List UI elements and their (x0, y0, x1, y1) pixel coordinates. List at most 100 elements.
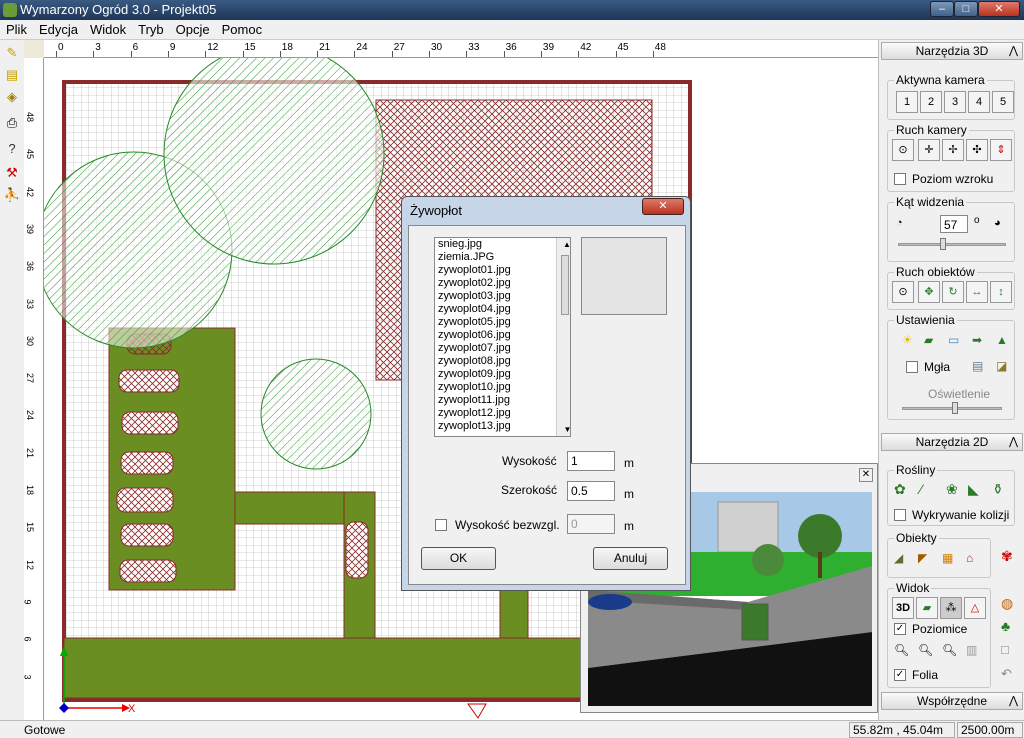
eye-level-checkbox[interactable] (894, 173, 906, 185)
list-item[interactable]: zywoplot12.jpg (435, 407, 570, 420)
hedge-icon[interactable]: ⁄ (920, 481, 922, 497)
list-item[interactable]: zywoplot07.jpg (435, 342, 570, 355)
obj-move-icon[interactable]: ✥ (918, 281, 940, 303)
horizon-icon[interactable]: ▤ (972, 359, 983, 373)
view-hedge-icon[interactable]: ⁂ (940, 597, 962, 619)
flower-tool-icon[interactable]: ✾ (1001, 548, 1013, 565)
landscape-icon[interactable]: ▲ (996, 333, 1008, 347)
lawn-icon[interactable]: ◣ (968, 481, 979, 498)
tools3d-header[interactable]: Narzędzia 3D ⋀ (881, 42, 1023, 60)
view-3d-button[interactable]: 3D (892, 597, 914, 619)
height-icon[interactable]: ⇕ (990, 139, 1012, 161)
list-item[interactable]: ziemia.JPG (435, 251, 570, 264)
shrub-icon[interactable]: ✿ (894, 481, 906, 498)
lighting-slider-thumb[interactable] (952, 402, 958, 414)
save-icon[interactable]: ◈ (3, 88, 21, 106)
print-icon[interactable]: ⎙ (3, 114, 21, 132)
scroll-up-icon[interactable]: ▲ (560, 238, 570, 251)
minimize-button[interactable]: – (930, 1, 954, 17)
list-item[interactable]: zywoplot04.jpg (435, 303, 570, 316)
spray-icon[interactable]: ⚱ (992, 481, 1004, 498)
texture-icon[interactable]: ◪ (996, 359, 1007, 373)
camera-4-button[interactable]: 4 (968, 91, 990, 113)
walk-icon[interactable]: ⛹ (3, 186, 21, 204)
collapse-icon[interactable]: ⋀ (1009, 434, 1018, 450)
ok-button[interactable]: OK (421, 547, 496, 570)
menu-opcje[interactable]: Opcje (170, 20, 216, 39)
view-plant-icon[interactable]: ▰ (916, 597, 938, 619)
tilt-icon[interactable]: ✣ (966, 139, 988, 161)
list-item[interactable]: snieg.jpg (435, 238, 570, 251)
view3d-close-icon[interactable]: ✕ (859, 468, 873, 482)
list-item[interactable]: zywoplot05.jpg (435, 316, 570, 329)
object-2-icon[interactable]: ◤ (918, 551, 927, 565)
pan-icon[interactable]: ✢ (942, 139, 964, 161)
tool-icon[interactable]: ⚒ (3, 164, 21, 182)
menu-edycja[interactable]: Edycja (33, 20, 84, 39)
tools2d-header[interactable]: Narzędzia 2D ⋀ (881, 433, 1023, 451)
obj-mouse-icon[interactable]: ⊙ (892, 281, 914, 303)
undo-icon[interactable]: ↶ (1001, 666, 1012, 682)
camera-3-button[interactable]: 3 (944, 91, 966, 113)
list-item[interactable]: zywoplot10.jpg (435, 381, 570, 394)
flower-icon[interactable]: ❀ (946, 481, 958, 498)
camera-1-button[interactable]: 1 (896, 91, 918, 113)
mouse-icon[interactable]: ⊙ (892, 139, 914, 161)
fog-checkbox[interactable] (906, 361, 918, 373)
menu-widok[interactable]: Widok (84, 20, 132, 39)
foil-checkbox[interactable]: ✓ (894, 669, 906, 681)
zoom-fit-icon[interactable]: 🔍︎ (942, 643, 957, 657)
zoom-out-icon[interactable]: 🔍︎ (918, 643, 933, 657)
object-3-icon[interactable]: ▦ (942, 551, 953, 565)
scroll-down-icon[interactable]: ▼ (560, 423, 570, 436)
height-input[interactable]: 1 (567, 451, 615, 471)
list-item[interactable]: zywoplot02.jpg (435, 277, 570, 290)
file-list-scrollbar[interactable]: ▲ ▼ (556, 238, 570, 436)
fov-slider-thumb[interactable] (940, 238, 946, 250)
terrain-icon[interactable]: ▰ (924, 333, 933, 347)
cancel-button[interactable]: Anuluj (593, 547, 668, 570)
dialog-close-button[interactable]: ✕ (642, 198, 684, 215)
grid-icon[interactable]: ▥ (966, 643, 977, 657)
contours-checkbox[interactable]: ✓ (894, 623, 906, 635)
menu-tryb[interactable]: Tryb (132, 20, 170, 39)
camera-2-button[interactable]: 2 (920, 91, 942, 113)
object-4-icon[interactable]: ⌂ (966, 551, 973, 565)
list-item[interactable]: zywoplot03.jpg (435, 290, 570, 303)
file-list[interactable]: snieg.jpg ziemia.JPG zywoplot01.jpg zywo… (434, 237, 571, 437)
compass-icon[interactable]: ◍ (1001, 595, 1013, 612)
list-item[interactable]: zywoplot01.jpg (435, 264, 570, 277)
arrow-icon[interactable]: ➡ (972, 333, 982, 347)
maximize-button[interactable]: □ (954, 1, 978, 17)
abs-height-checkbox[interactable] (435, 519, 447, 531)
close-button[interactable]: ✕ (978, 1, 1020, 17)
scroll-thumb[interactable] (561, 255, 569, 315)
object-1-icon[interactable]: ◢ (894, 551, 903, 565)
collapse-icon[interactable]: ⋀ (1009, 43, 1018, 59)
list-item[interactable]: zywoplot09.jpg (435, 368, 570, 381)
zoom-in-icon[interactable]: 🔍︎ (894, 643, 909, 657)
coords-header[interactable]: Współrzędne ⋀ (881, 692, 1023, 710)
menu-pomoc[interactable]: Pomoc (216, 20, 268, 39)
view-shapes-icon[interactable]: △ (964, 597, 986, 619)
sky-icon[interactable]: ▭ (948, 333, 959, 347)
help-icon[interactable]: ? (3, 140, 21, 158)
obj-height-icon[interactable]: ↕ (990, 281, 1012, 303)
list-item[interactable]: zywoplot06.jpg (435, 329, 570, 342)
list-item[interactable]: zywoplot13.jpg (435, 420, 570, 433)
obj-scale-icon[interactable]: ↔ (966, 281, 988, 303)
tree-icon[interactable]: ♣ (1001, 618, 1010, 634)
list-item[interactable]: zywoplot08.jpg (435, 355, 570, 368)
collision-checkbox[interactable] (894, 509, 906, 521)
menu-plik[interactable]: Plik (0, 20, 33, 39)
open-icon[interactable]: ▤ (3, 66, 21, 84)
sun-icon[interactable]: ☀ (902, 333, 913, 347)
collapse-icon[interactable]: ⋀ (1009, 693, 1018, 709)
width-input[interactable]: 0.5 (567, 481, 615, 501)
list-item[interactable]: zywoplot11.jpg (435, 394, 570, 407)
obj-rotate-icon[interactable]: ↻ (942, 281, 964, 303)
camera-5-button[interactable]: 5 (992, 91, 1014, 113)
new-project-icon[interactable]: ✎ (3, 44, 21, 62)
fov-input[interactable]: 57 (940, 215, 968, 233)
eraser-icon[interactable]: □ (1001, 642, 1009, 657)
